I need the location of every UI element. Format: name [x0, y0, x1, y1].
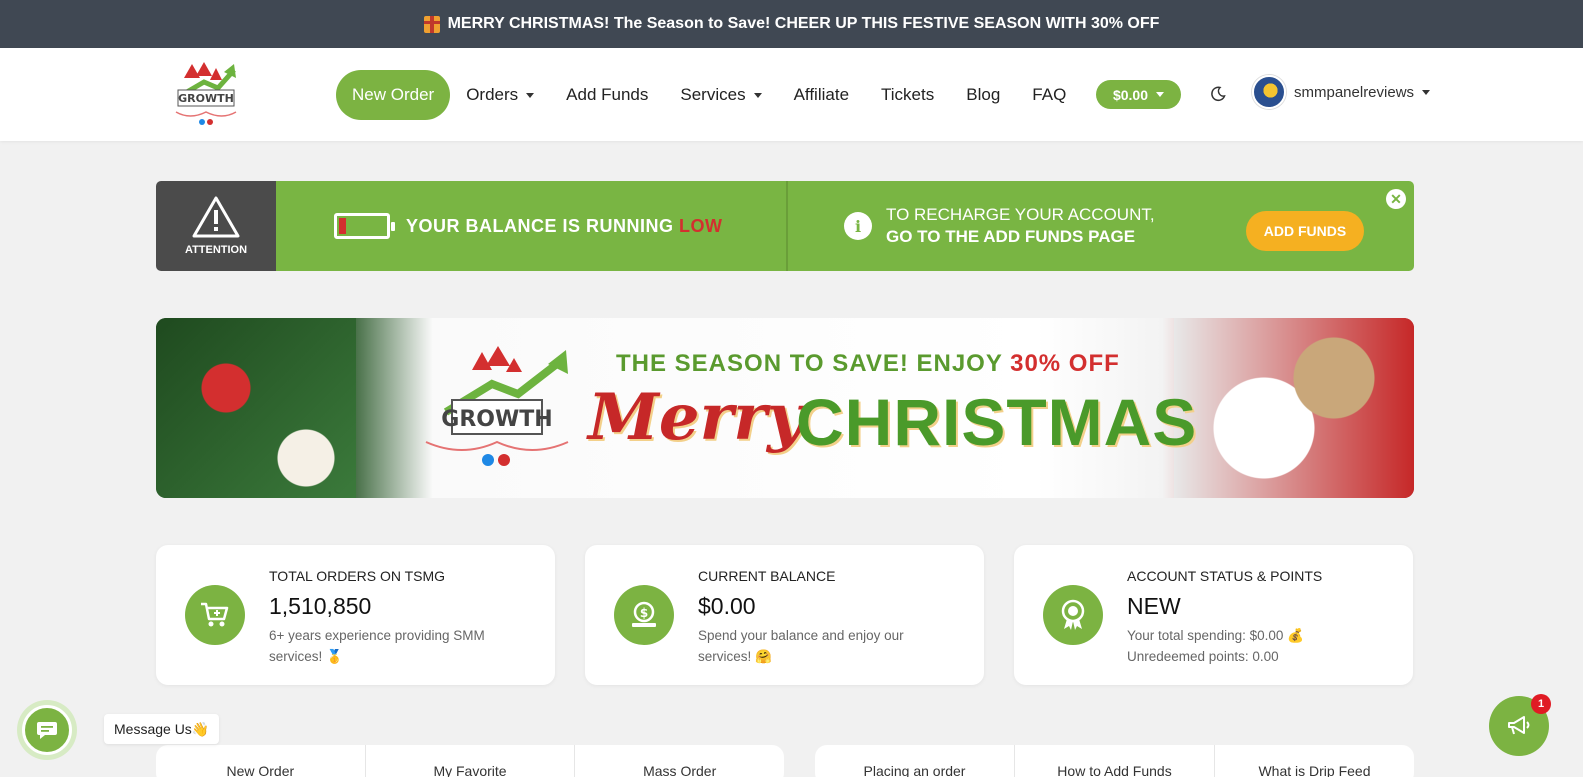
- card-desc-line: services! 🥇: [269, 649, 343, 664]
- dark-mode-toggle[interactable]: [1210, 86, 1226, 102]
- site-logo[interactable]: GROWTH: [174, 60, 238, 128]
- card-value: $0.00: [698, 593, 756, 619]
- card-description: Spend your balance and enjoy our service…: [698, 625, 968, 667]
- card-label: ACCOUNT STATUS & POINTS: [1127, 568, 1323, 584]
- banner-tagline: THE SEASON TO SAVE! ENJOY 30% OFF: [616, 350, 1120, 378]
- chevron-down-icon: [1156, 92, 1165, 97]
- balance-value: $0.00: [1112, 86, 1149, 103]
- chevron-down-icon: [753, 92, 762, 98]
- tab-new-order[interactable]: New Order: [156, 745, 366, 777]
- low-balance-banner: ATTENTION YOUR BALANCE IS RUNNING LOW i …: [156, 181, 1414, 271]
- balance-low-word: LOW: [679, 215, 723, 236]
- svg-text:GROWTH: GROWTH: [441, 407, 552, 432]
- nav-faq[interactable]: FAQ: [1032, 85, 1066, 105]
- svg-text:$: $: [640, 606, 648, 620]
- award-icon: [1043, 585, 1103, 645]
- notification-badge: 1: [1531, 694, 1551, 714]
- card-value: 1,510,850: [269, 593, 372, 619]
- attention-panel: ATTENTION: [156, 181, 276, 271]
- balance-low-panel: YOUR BALANCE IS RUNNING LOW: [276, 181, 786, 271]
- balance-low-text: YOUR BALANCE IS RUNNING LOW: [406, 216, 723, 237]
- recharge-text: TO RECHARGE YOUR ACCOUNT, GO TO THE ADD …: [886, 204, 1155, 248]
- nav-affiliate[interactable]: Affiliate: [794, 85, 849, 105]
- tab-how-to-add-funds[interactable]: How to Add Funds: [1015, 745, 1215, 777]
- card-description: Your total spending: $0.00 💰 Unredeemed …: [1127, 625, 1397, 667]
- christmas-tree-image: [156, 318, 356, 498]
- warning-icon: [192, 196, 240, 238]
- info-icon: i: [844, 212, 872, 240]
- help-tabs: Placing an order How to Add Funds What i…: [815, 745, 1414, 777]
- chat-icon: [22, 705, 72, 755]
- chevron-down-icon: [526, 92, 535, 98]
- recharge-panel: i TO RECHARGE YOUR ACCOUNT, GO TO THE AD…: [786, 181, 1414, 271]
- gift-boxes-image: [1174, 318, 1414, 498]
- card-desc-line: Unredeemed points: 0.00: [1127, 649, 1279, 664]
- order-tabs: New Order My Favorite Mass Order: [156, 745, 784, 777]
- close-icon[interactable]: ✕: [1386, 189, 1406, 209]
- nav-orders-dropdown[interactable]: Orders: [466, 85, 535, 105]
- chevron-down-icon: [1422, 89, 1431, 95]
- recharge-line-1: TO RECHARGE YOUR ACCOUNT,: [886, 205, 1155, 224]
- user-menu[interactable]: smmpanelreviews: [1252, 75, 1431, 109]
- username: smmpanelreviews: [1294, 83, 1415, 101]
- tab-drip-feed[interactable]: What is Drip Feed: [1215, 745, 1414, 777]
- nav-new-order-button[interactable]: New Order: [336, 70, 451, 120]
- nav-blog[interactable]: Blog: [966, 85, 1000, 105]
- promo-text: MERRY CHRISTMAS! The Season to Save! CHE…: [447, 15, 1160, 32]
- card-desc-line: Spend your balance and enjoy our: [698, 628, 904, 643]
- card-value: NEW: [1127, 593, 1181, 619]
- avatar: [1252, 75, 1286, 109]
- card-desc-line: 6+ years experience providing SMM: [269, 628, 485, 643]
- banner-discount: 30% OFF: [1010, 350, 1120, 377]
- battery-low-icon: [334, 213, 395, 239]
- cart-icon: [185, 585, 245, 645]
- nav-services-dropdown[interactable]: Services: [680, 85, 762, 105]
- card-description: 6+ years experience providing SMM servic…: [269, 625, 539, 667]
- balance-low-msg: YOUR BALANCE IS RUNNING: [406, 215, 674, 236]
- gift-icon: [423, 15, 440, 33]
- balance-dropdown[interactable]: $0.00: [1096, 80, 1181, 109]
- chat-button[interactable]: [17, 700, 77, 760]
- tab-mass-order[interactable]: Mass Order: [575, 745, 784, 777]
- promo-bar: MERRY CHRISTMAS! The Season to Save! CHE…: [0, 0, 1583, 48]
- nav-services-label: Services: [680, 85, 746, 104]
- christmas-promo-banner[interactable]: GROWTH THE SEASON TO SAVE! ENJOY 30% OFF…: [156, 318, 1414, 498]
- current-balance-card: $ CURRENT BALANCE $0.00 Spend your balan…: [585, 545, 984, 685]
- nav-orders-label: Orders: [466, 85, 519, 104]
- banner-merry: Merry: [588, 380, 805, 455]
- nav-add-funds[interactable]: Add Funds: [566, 85, 648, 105]
- chat-label[interactable]: Message Us👋: [104, 714, 220, 744]
- banner-logo: GROWTH: [422, 342, 572, 470]
- tab-placing-order[interactable]: Placing an order: [815, 745, 1015, 777]
- announcements-button[interactable]: 1: [1489, 694, 1551, 756]
- attention-label: ATTENTION: [184, 244, 248, 256]
- nav-tickets[interactable]: Tickets: [881, 85, 934, 105]
- account-status-card: ACCOUNT STATUS & POINTS NEW Your total s…: [1014, 545, 1413, 685]
- money-icon: $: [614, 585, 674, 645]
- total-orders-card: TOTAL ORDERS ON TSMG 1,510,850 6+ years …: [156, 545, 555, 685]
- card-desc-line: Your total spending: $0.00 💰: [1127, 628, 1304, 643]
- recharge-line-2: GO TO THE ADD FUNDS PAGE: [886, 227, 1136, 246]
- card-label: TOTAL ORDERS ON TSMG: [269, 568, 446, 584]
- navbar: GROWTH New Order Orders Add Funds Servic…: [0, 48, 1583, 141]
- tab-my-favorite[interactable]: My Favorite: [366, 745, 576, 777]
- card-desc-line: services! 🤗: [698, 649, 772, 664]
- banner-christmas: CHRISTMAS: [796, 385, 1198, 459]
- add-funds-button[interactable]: ADD FUNDS: [1246, 211, 1364, 251]
- svg-text:GROWTH: GROWTH: [178, 92, 234, 105]
- card-label: CURRENT BALANCE: [698, 568, 836, 584]
- banner-tagline-text: THE SEASON TO SAVE! ENJOY: [616, 350, 1003, 377]
- moon-icon: [1211, 86, 1226, 102]
- megaphone-icon: [1508, 716, 1530, 735]
